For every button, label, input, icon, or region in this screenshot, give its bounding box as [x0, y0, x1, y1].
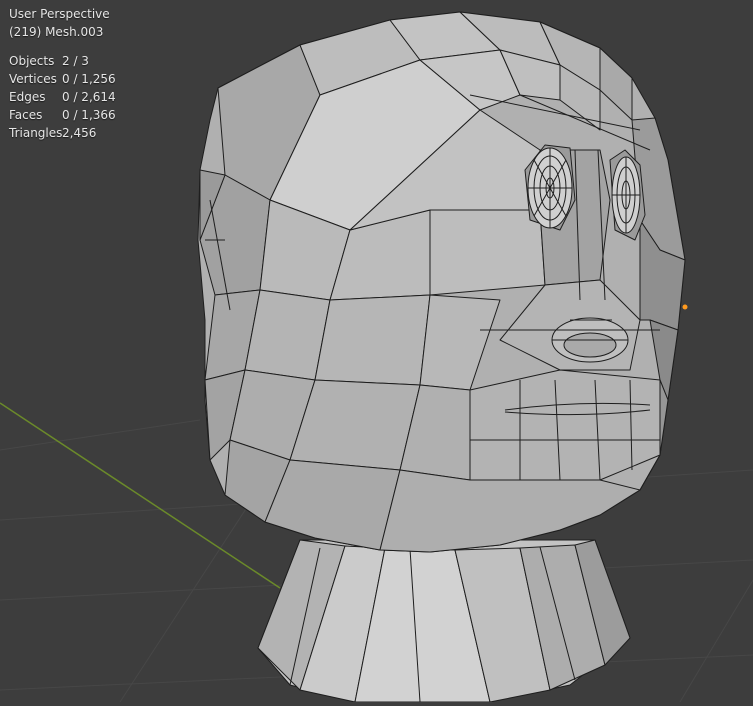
3d-viewport[interactable] [0, 0, 753, 703]
viewport-canvas[interactable] [0, 0, 753, 703]
object-origin-marker[interactable] [682, 304, 688, 310]
neck-mesh [257, 539, 631, 703]
head-mesh [197, 11, 686, 553]
